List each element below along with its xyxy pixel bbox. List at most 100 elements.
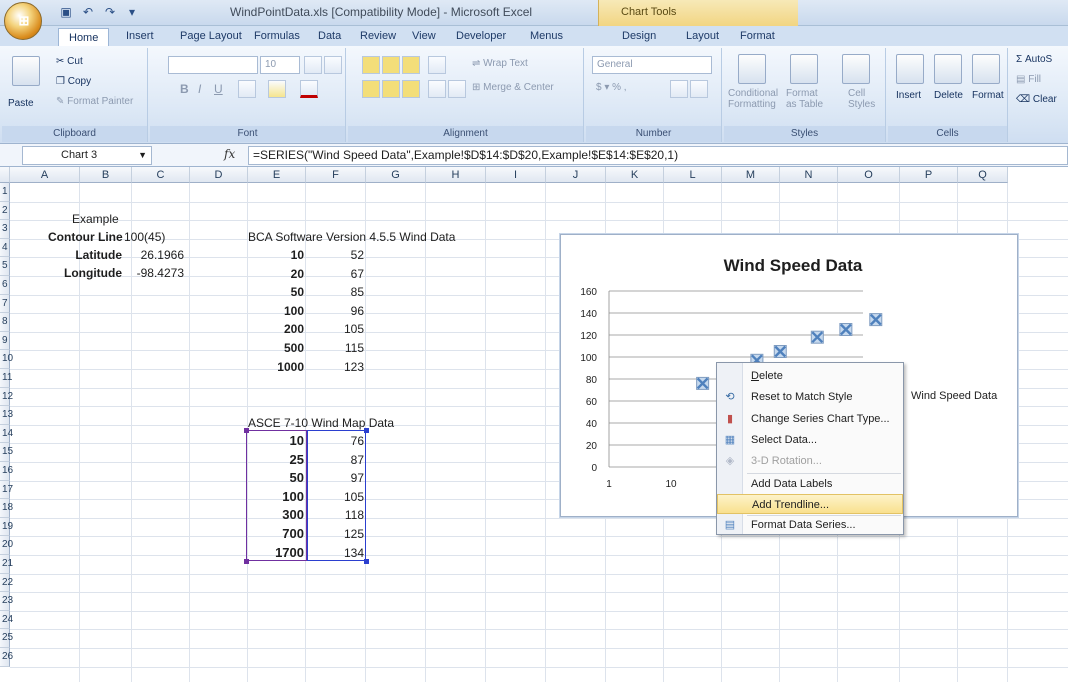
increase-indent-icon[interactable] bbox=[448, 80, 466, 98]
name-box[interactable]: Chart 3 ▼ bbox=[22, 146, 152, 165]
name-box-dropdown-icon[interactable]: ▼ bbox=[138, 147, 147, 164]
number-format-select[interactable]: General bbox=[592, 56, 712, 74]
menu-item-format-data-series[interactable]: ▤ Format Data Series... bbox=[717, 515, 903, 535]
row-header-18[interactable]: 18 bbox=[0, 499, 13, 518]
currency-icon[interactable]: $ ▾ % , bbox=[596, 82, 627, 93]
bca-x-cell[interactable]: 100 bbox=[248, 302, 304, 320]
decrease-indent-icon[interactable] bbox=[428, 80, 446, 98]
tab-menus[interactable]: Menus bbox=[530, 26, 563, 46]
row-header-20[interactable]: 20 bbox=[0, 536, 13, 555]
clear-button[interactable]: ⌫ Clear bbox=[1016, 94, 1057, 105]
copy-button[interactable]: ❐ Copy bbox=[56, 76, 91, 87]
paste-icon[interactable] bbox=[12, 56, 40, 86]
menu-item-delete[interactable]: Delete bbox=[717, 366, 903, 386]
cut-button[interactable]: ✂ Cut bbox=[56, 56, 83, 67]
cell-d3[interactable]: BCA Software Version 4.5.5 Wind Data bbox=[248, 228, 455, 246]
row-header-4[interactable]: 4 bbox=[0, 238, 10, 258]
menu-item-reset-to-match-style[interactable]: ⟲ Reset to Match Style bbox=[717, 387, 903, 407]
column-header-m[interactable]: M bbox=[722, 167, 780, 183]
align-right-icon[interactable] bbox=[402, 80, 420, 98]
row-header-8[interactable]: 8 bbox=[0, 313, 10, 332]
menu-item-change-series-chart-type[interactable]: ▮ Change Series Chart Type... bbox=[717, 409, 903, 429]
column-header-k[interactable]: K bbox=[606, 167, 664, 183]
format-painter-button[interactable]: ✎ Format Painter bbox=[56, 96, 133, 107]
decrease-decimal-icon[interactable] bbox=[690, 80, 708, 98]
redo-icon[interactable]: ↷ bbox=[102, 4, 118, 20]
bca-x-cell[interactable]: 10 bbox=[248, 246, 304, 264]
row-header-23[interactable]: 23 bbox=[0, 592, 13, 611]
fill-button[interactable]: ▤ Fill bbox=[1016, 74, 1041, 85]
row-header-15[interactable]: 15 bbox=[0, 443, 13, 462]
save-icon[interactable]: ▣ bbox=[58, 4, 74, 20]
row-header-14[interactable]: 14 bbox=[0, 424, 13, 444]
menu-item-3d-rotation[interactable]: ◈ 3-D Rotation... bbox=[717, 451, 903, 471]
bca-y-cell[interactable]: 67 bbox=[308, 265, 364, 283]
tab-data[interactable]: Data bbox=[318, 26, 341, 46]
row-header-1[interactable]: 1 bbox=[0, 183, 10, 202]
column-header-h[interactable]: H bbox=[426, 167, 486, 183]
column-header-c[interactable]: C bbox=[132, 167, 190, 183]
column-header-n[interactable]: N bbox=[780, 167, 838, 183]
select-all-corner[interactable] bbox=[0, 167, 10, 183]
tab-insert[interactable]: Insert bbox=[126, 26, 154, 46]
menu-item-add-data-labels[interactable]: Add Data Labels bbox=[717, 474, 903, 494]
column-header-b[interactable]: B bbox=[80, 167, 132, 183]
row-header-16[interactable]: 16 bbox=[0, 462, 13, 481]
row-header-21[interactable]: 21 bbox=[0, 555, 13, 574]
column-header-l[interactable]: L bbox=[664, 167, 722, 183]
underline-icon[interactable]: U bbox=[214, 82, 223, 96]
insert-cells-icon[interactable] bbox=[896, 54, 924, 84]
range-handle[interactable] bbox=[364, 559, 369, 564]
format-as-table-icon[interactable] bbox=[790, 54, 818, 84]
row-header-2[interactable]: 2 bbox=[0, 201, 10, 221]
bca-x-cell[interactable]: 50 bbox=[248, 283, 304, 301]
row-header-26[interactable]: 26 bbox=[0, 648, 13, 667]
column-header-g[interactable]: G bbox=[366, 167, 426, 183]
column-header-f[interactable]: F bbox=[306, 167, 366, 183]
row-header-6[interactable]: 6 bbox=[0, 276, 10, 295]
cell-a3[interactable]: Contour Line bbox=[48, 228, 123, 246]
wrap-text-button[interactable]: ⇌ Wrap Text bbox=[472, 58, 528, 69]
tab-developer[interactable]: Developer bbox=[456, 26, 506, 46]
tab-layout[interactable]: Layout bbox=[686, 26, 719, 46]
column-header-p[interactable]: P bbox=[900, 167, 958, 183]
scatter-point[interactable] bbox=[773, 345, 787, 358]
row-header-7[interactable]: 7 bbox=[0, 294, 10, 314]
bca-y-cell[interactable]: 123 bbox=[308, 358, 364, 376]
scatter-point[interactable] bbox=[696, 376, 710, 390]
bold-icon[interactable]: B bbox=[180, 82, 189, 96]
bca-x-cell[interactable]: 200 bbox=[248, 320, 304, 338]
insert-cells-button[interactable]: Insert bbox=[896, 90, 921, 101]
bca-y-cell[interactable]: 115 bbox=[308, 339, 364, 357]
font-name-input[interactable] bbox=[168, 56, 258, 74]
tab-design[interactable]: Design bbox=[622, 26, 656, 46]
align-bottom-icon[interactable] bbox=[402, 56, 420, 74]
cell-a2[interactable]: Example bbox=[72, 210, 119, 228]
row-header-17[interactable]: 17 bbox=[0, 480, 13, 500]
italic-icon[interactable]: I bbox=[198, 82, 201, 96]
column-header-j[interactable]: J bbox=[546, 167, 606, 183]
align-top-icon[interactable] bbox=[362, 56, 380, 74]
column-header-i[interactable]: I bbox=[486, 167, 546, 183]
bca-y-cell[interactable]: 52 bbox=[308, 246, 364, 264]
tab-formulas[interactable]: Formulas bbox=[254, 26, 300, 46]
column-header-d[interactable]: D bbox=[190, 167, 248, 183]
font-color-icon[interactable] bbox=[300, 80, 318, 98]
align-middle-icon[interactable] bbox=[382, 56, 400, 74]
bca-y-cell[interactable]: 105 bbox=[308, 320, 364, 338]
tab-page-layout[interactable]: Page Layout bbox=[180, 26, 242, 46]
cell-b4[interactable]: 26.1966 bbox=[126, 246, 184, 264]
cell-styles-icon[interactable] bbox=[842, 54, 870, 84]
delete-cells-icon[interactable] bbox=[934, 54, 962, 84]
paste-button[interactable]: Paste bbox=[8, 98, 34, 109]
format-as-table-button[interactable]: Format as Table bbox=[786, 88, 823, 110]
tab-view[interactable]: View bbox=[412, 26, 436, 46]
column-header-a[interactable]: A bbox=[10, 167, 80, 183]
scatter-point[interactable] bbox=[839, 323, 853, 336]
cell-a5[interactable]: Longitude bbox=[10, 264, 122, 282]
bca-x-cell[interactable]: 500 bbox=[248, 339, 304, 357]
align-left-icon[interactable] bbox=[362, 80, 380, 98]
borders-icon[interactable] bbox=[238, 80, 256, 98]
conditional-formatting-icon[interactable] bbox=[738, 54, 766, 84]
delete-cells-button[interactable]: Delete bbox=[934, 90, 963, 101]
